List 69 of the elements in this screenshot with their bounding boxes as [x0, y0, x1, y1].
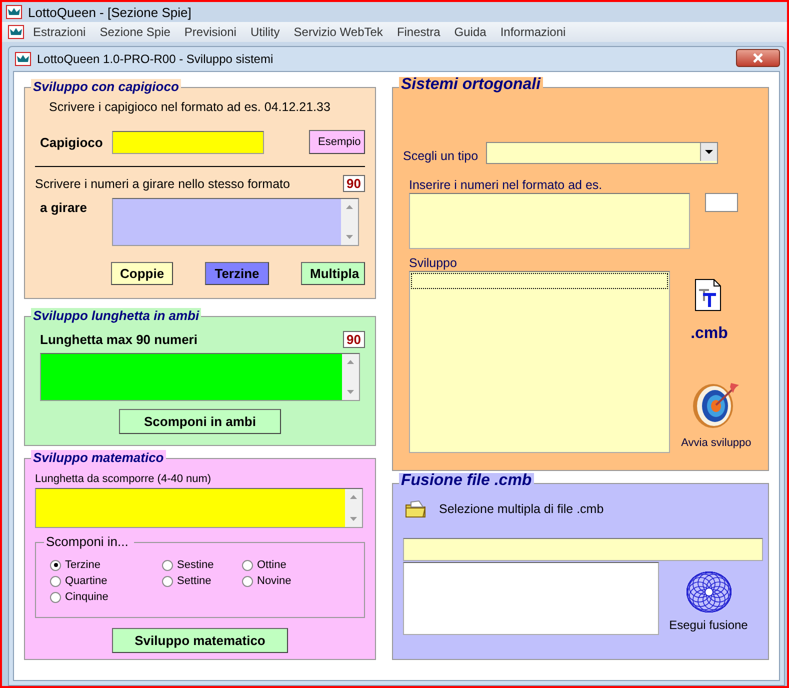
example-button[interactable]: Esempio	[309, 130, 365, 154]
group-title: Scomponi in...	[44, 534, 134, 549]
field-label: Lunghetta max 90 numeri	[40, 332, 198, 347]
action-button[interactable]: Coppie	[111, 262, 173, 285]
menu-item[interactable]: Sezione Spie	[94, 25, 176, 39]
folder-icon[interactable]	[405, 500, 427, 518]
radio-option[interactable]: Settine	[162, 573, 242, 589]
menu-logo-icon	[8, 25, 24, 39]
numbers-field[interactable]	[35, 488, 363, 528]
window-title: LottoQueen 1.0-PRO-R00 - Sviluppo sistemi	[37, 52, 274, 66]
files-field[interactable]	[403, 538, 763, 561]
numbers-field[interactable]	[112, 198, 359, 246]
radio-option[interactable]: Ottine	[242, 557, 322, 573]
select-files-label[interactable]: Selezione multipla di file .cmb	[439, 502, 604, 516]
split-button[interactable]: Scomponi in ambi	[119, 409, 281, 434]
field-label: Lunghetta da scomporre (4-40 num)	[35, 473, 212, 485]
radio-option[interactable]: Novine	[242, 573, 322, 589]
close-button[interactable]	[736, 49, 780, 67]
extension-label: .cmb	[690, 325, 728, 343]
radio-option[interactable]: Terzine	[50, 557, 162, 573]
field-label: Sviluppo	[409, 256, 457, 270]
numbers-field[interactable]	[409, 193, 690, 249]
panel-title: Sviluppo lunghetta in ambi	[31, 308, 202, 323]
menu-item[interactable]: Previsioni	[179, 25, 242, 39]
menu-item[interactable]: Servizio WebTek	[288, 25, 388, 39]
caret-icon	[705, 150, 714, 154]
scroll-up-icon[interactable]	[346, 205, 353, 209]
instruction-text: Scrivere i capigioco nel formato ad es. 04.12.21.33	[49, 100, 330, 114]
capigioco-field[interactable]	[112, 130, 264, 154]
menu-item[interactable]: Estrazioni	[28, 25, 91, 39]
panel-title: Sistemi ortogonali	[399, 77, 543, 92]
app-title: LottoQueen - [Sezione Spie]	[28, 4, 192, 20]
scroll-up-icon[interactable]	[350, 495, 357, 499]
field-label: Scegli un tipo	[403, 149, 478, 163]
result-list[interactable]	[409, 271, 670, 453]
number-count: 90	[342, 175, 365, 192]
panel-title: Sviluppo matematico	[31, 450, 166, 465]
instruction-text: Scrivere i numeri a girare nello stesso formato	[35, 176, 290, 190]
scroll-down-icon[interactable]	[346, 235, 353, 239]
menu-item[interactable]: Guida	[449, 25, 492, 39]
action-button[interactable]: Multipla	[301, 262, 365, 285]
field-label: Inserire i numeri nel formato ad es.	[409, 178, 602, 192]
app-logo-icon	[6, 5, 22, 19]
menu-item[interactable]: Informazioni	[495, 25, 571, 39]
type-dropdown[interactable]	[486, 142, 718, 164]
scroll-down-icon[interactable]	[350, 517, 357, 521]
action-button[interactable]: Terzine	[205, 262, 269, 285]
scroll-down-icon[interactable]	[347, 390, 354, 394]
menu-item[interactable]: Finestra	[392, 25, 446, 39]
start-label[interactable]: Avvia sviluppo	[681, 437, 752, 449]
menu-item[interactable]: Utility	[245, 25, 285, 39]
window-logo-icon	[15, 52, 31, 66]
text-file-icon[interactable]	[695, 279, 722, 311]
scroll-up-icon[interactable]	[347, 360, 354, 364]
field-label: Capigioco	[40, 134, 104, 150]
merge-label[interactable]: Esegui fusione	[669, 618, 748, 632]
small-field[interactable]	[705, 193, 738, 212]
number-count: 90	[342, 331, 365, 348]
panel-title: Fusione file .cmb	[399, 473, 534, 488]
files-list[interactable]	[403, 562, 659, 635]
numbers-field[interactable]	[40, 353, 360, 401]
radio-option[interactable]: Cinquine	[50, 589, 162, 605]
spiral-icon[interactable]	[684, 570, 732, 614]
radio-option[interactable]: Sestine	[162, 557, 242, 573]
panel-title: Sviluppo con capigioco	[31, 79, 181, 94]
develop-button[interactable]: Sviluppo matematico	[112, 628, 288, 653]
close-icon	[753, 53, 763, 63]
field-label: a girare	[39, 200, 88, 215]
radio-option[interactable]: Quartine	[50, 573, 162, 589]
